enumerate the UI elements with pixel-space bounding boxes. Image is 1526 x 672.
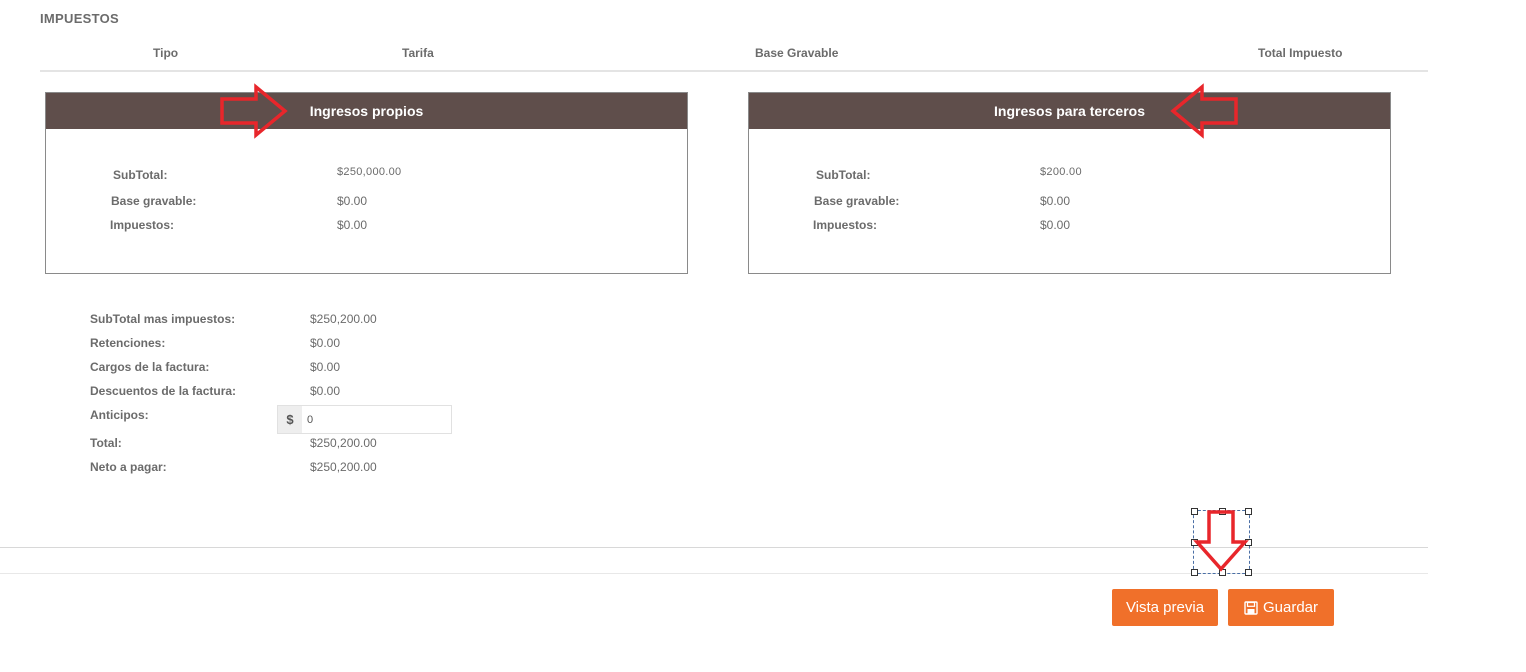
column-total-impuesto: Total Impuesto [1258, 46, 1343, 60]
base-gravable-value: $0.00 [1040, 194, 1071, 208]
column-tarifa: Tarifa [402, 46, 434, 60]
subtotal-taxes-value: $250,200.00 [310, 312, 377, 326]
total-label: Total: [90, 436, 122, 450]
invoice-summary: SubTotal mas impuestos: $250,200.00 Rete… [90, 312, 490, 482]
subtotal-label: SubTotal: [113, 168, 168, 182]
panel-ingresos-propios: Ingresos propios SubTotal: $250,000.00 B… [45, 92, 688, 274]
annotation-arrow-down-icon [1193, 510, 1249, 572]
panel-title: Ingresos para terceros [749, 93, 1390, 129]
discounts-label: Descuentos de la factura: [90, 384, 237, 398]
impuestos-label: Impuestos: [110, 218, 175, 232]
subtotal-label: SubTotal: [816, 168, 871, 182]
impuestos-value: $0.00 [1040, 218, 1071, 232]
panel-title: Ingresos propios [46, 93, 687, 129]
advances-label: Anticipos: [90, 408, 149, 422]
advances-input[interactable] [302, 406, 451, 433]
impuestos-label: Impuestos: [813, 218, 878, 232]
panel-ingresos-terceros: Ingresos para terceros SubTotal: $200.00… [748, 92, 1391, 274]
tax-table-header: Tipo Tarifa Base Gravable Total Impuesto [40, 38, 1428, 72]
floppy-disk-icon [1244, 600, 1258, 615]
annotation-arrow-left-icon [1170, 83, 1238, 139]
subtotal-taxes-label: SubTotal mas impuestos: [90, 312, 236, 326]
column-tipo: Tipo [153, 46, 179, 60]
retentions-value: $0.00 [310, 336, 341, 350]
discounts-value: $0.00 [310, 384, 341, 398]
net-label: Neto a pagar: [90, 460, 167, 474]
base-gravable-label: Base gravable: [111, 194, 197, 208]
currency-addon: $ [278, 406, 302, 433]
save-button[interactable]: Guardar [1228, 589, 1334, 626]
charges-value: $0.00 [310, 360, 341, 374]
total-value: $250,200.00 [310, 436, 377, 450]
advances-input-group: $ [277, 405, 452, 434]
annotation-arrow-right-icon [220, 83, 288, 139]
preview-button[interactable]: Vista previa [1112, 589, 1218, 626]
charges-label: Cargos de la factura: [90, 360, 210, 374]
section-title: IMPUESTOS [40, 11, 120, 26]
column-base-gravable: Base Gravable [755, 46, 839, 60]
impuestos-value: $0.00 [337, 218, 368, 232]
base-gravable-value: $0.00 [337, 194, 368, 208]
save-button-label: Guardar [1262, 599, 1319, 616]
subtotal-value: $200.00 [1040, 166, 1082, 178]
invoice-taxes-page: IMPUESTOS Tipo Tarifa Base Gravable Tota… [0, 0, 1526, 672]
retentions-label: Retenciones: [90, 336, 166, 350]
base-gravable-label: Base gravable: [814, 194, 900, 208]
net-value: $250,200.00 [310, 460, 377, 474]
subtotal-value: $250,000.00 [337, 166, 402, 178]
